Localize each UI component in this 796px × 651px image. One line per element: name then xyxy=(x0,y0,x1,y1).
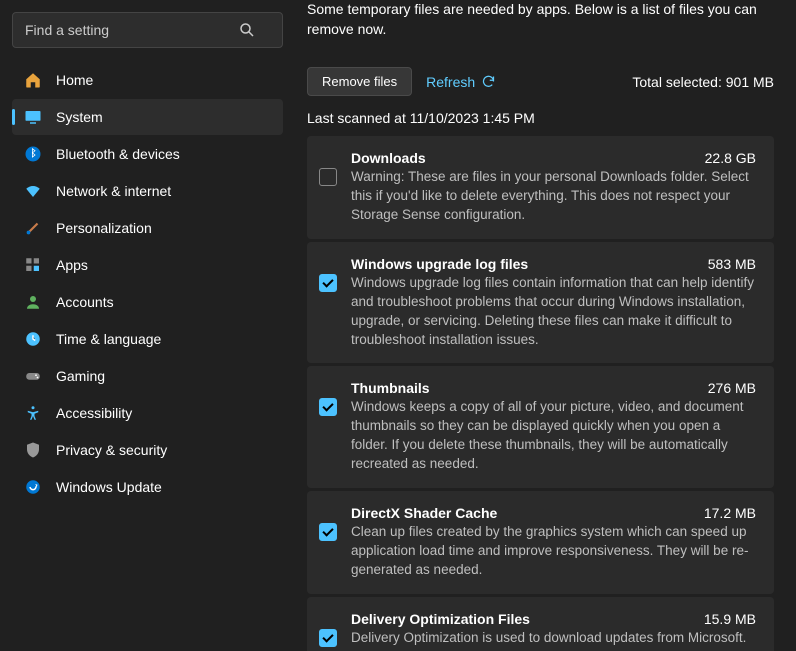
sidebar-item-home[interactable]: Home xyxy=(12,62,283,98)
file-desc: Warning: These are files in your persona… xyxy=(351,168,756,225)
sidebar-item-label: Accounts xyxy=(56,294,114,310)
file-item-thumbnails[interactable]: Thumbnails 276 MB Windows keeps a copy o… xyxy=(307,366,774,488)
refresh-icon xyxy=(481,74,496,89)
intro-text: Some temporary files are needed by apps.… xyxy=(307,0,774,39)
clock-icon xyxy=(24,330,42,348)
file-size: 276 MB xyxy=(708,380,756,396)
sidebar: Home System Bluetooth & devices Network … xyxy=(0,0,295,651)
sidebar-item-label: Personalization xyxy=(56,220,152,236)
file-title: Downloads xyxy=(351,150,426,166)
file-list: Downloads 22.8 GB Warning: These are fil… xyxy=(307,136,774,651)
sidebar-item-personalization[interactable]: Personalization xyxy=(12,210,283,246)
checkbox[interactable] xyxy=(319,168,337,186)
file-desc: Windows keeps a copy of all of your pict… xyxy=(351,398,756,474)
search-input[interactable] xyxy=(25,22,238,38)
sidebar-item-label: System xyxy=(56,109,103,125)
sidebar-item-bluetooth[interactable]: Bluetooth & devices xyxy=(12,136,283,172)
sidebar-item-apps[interactable]: Apps xyxy=(12,247,283,283)
shield-icon xyxy=(24,441,42,459)
sidebar-item-label: Home xyxy=(56,72,93,88)
sidebar-item-label: Accessibility xyxy=(56,405,132,421)
file-title: Windows upgrade log files xyxy=(351,256,528,272)
sidebar-item-accounts[interactable]: Accounts xyxy=(12,284,283,320)
wifi-icon xyxy=(24,182,42,200)
sidebar-item-windows-update[interactable]: Windows Update xyxy=(12,469,283,505)
checkbox[interactable] xyxy=(319,523,337,541)
file-item-upgrade-logs[interactable]: Windows upgrade log files 583 MB Windows… xyxy=(307,242,774,364)
home-icon xyxy=(24,71,42,89)
checkbox[interactable] xyxy=(319,629,337,647)
file-desc: Delivery Optimization is used to downloa… xyxy=(351,629,756,651)
file-item-delivery-optimization[interactable]: Delivery Optimization Files 15.9 MB Deli… xyxy=(307,597,774,651)
sidebar-item-label: Bluetooth & devices xyxy=(56,146,180,162)
paintbrush-icon xyxy=(24,219,42,237)
sidebar-item-network[interactable]: Network & internet xyxy=(12,173,283,209)
file-size: 22.8 GB xyxy=(705,150,756,166)
file-title: Thumbnails xyxy=(351,380,430,396)
file-desc: Clean up files created by the graphics s… xyxy=(351,523,756,580)
update-icon xyxy=(24,478,42,496)
refresh-label: Refresh xyxy=(426,74,475,90)
sidebar-item-accessibility[interactable]: Accessibility xyxy=(12,395,283,431)
file-title: DirectX Shader Cache xyxy=(351,505,497,521)
sidebar-item-label: Gaming xyxy=(56,368,105,384)
file-size: 15.9 MB xyxy=(704,611,756,627)
search-box[interactable] xyxy=(12,12,283,48)
nav-list: Home System Bluetooth & devices Network … xyxy=(12,62,283,505)
search-icon xyxy=(238,21,256,39)
apps-icon xyxy=(24,256,42,274)
file-item-downloads[interactable]: Downloads 22.8 GB Warning: These are fil… xyxy=(307,136,774,239)
sidebar-item-privacy[interactable]: Privacy & security xyxy=(12,432,283,468)
remove-files-button[interactable]: Remove files xyxy=(307,67,412,96)
sidebar-item-label: Time & language xyxy=(56,331,161,347)
file-size: 583 MB xyxy=(708,256,756,272)
bluetooth-icon xyxy=(24,145,42,163)
gamepad-icon xyxy=(24,367,42,385)
system-icon xyxy=(24,108,42,126)
file-desc: Windows upgrade log files contain inform… xyxy=(351,274,756,350)
refresh-button[interactable]: Refresh xyxy=(426,74,496,90)
action-row: Remove files Refresh Total selected: 901… xyxy=(307,67,774,96)
checkbox[interactable] xyxy=(319,398,337,416)
sidebar-item-label: Privacy & security xyxy=(56,442,167,458)
sidebar-item-gaming[interactable]: Gaming xyxy=(12,358,283,394)
file-title: Delivery Optimization Files xyxy=(351,611,530,627)
last-scanned: Last scanned at 11/10/2023 1:45 PM xyxy=(307,110,774,126)
sidebar-item-system[interactable]: System xyxy=(12,99,283,135)
sidebar-item-label: Network & internet xyxy=(56,183,171,199)
checkbox[interactable] xyxy=(319,274,337,292)
sidebar-item-label: Apps xyxy=(56,257,88,273)
sidebar-item-label: Windows Update xyxy=(56,479,162,495)
content: Some temporary files are needed by apps.… xyxy=(295,0,796,651)
accessibility-icon xyxy=(24,404,42,422)
total-selected: Total selected: 901 MB xyxy=(632,74,774,90)
file-size: 17.2 MB xyxy=(704,505,756,521)
person-icon xyxy=(24,293,42,311)
sidebar-item-time-language[interactable]: Time & language xyxy=(12,321,283,357)
file-item-directx-cache[interactable]: DirectX Shader Cache 17.2 MB Clean up fi… xyxy=(307,491,774,594)
